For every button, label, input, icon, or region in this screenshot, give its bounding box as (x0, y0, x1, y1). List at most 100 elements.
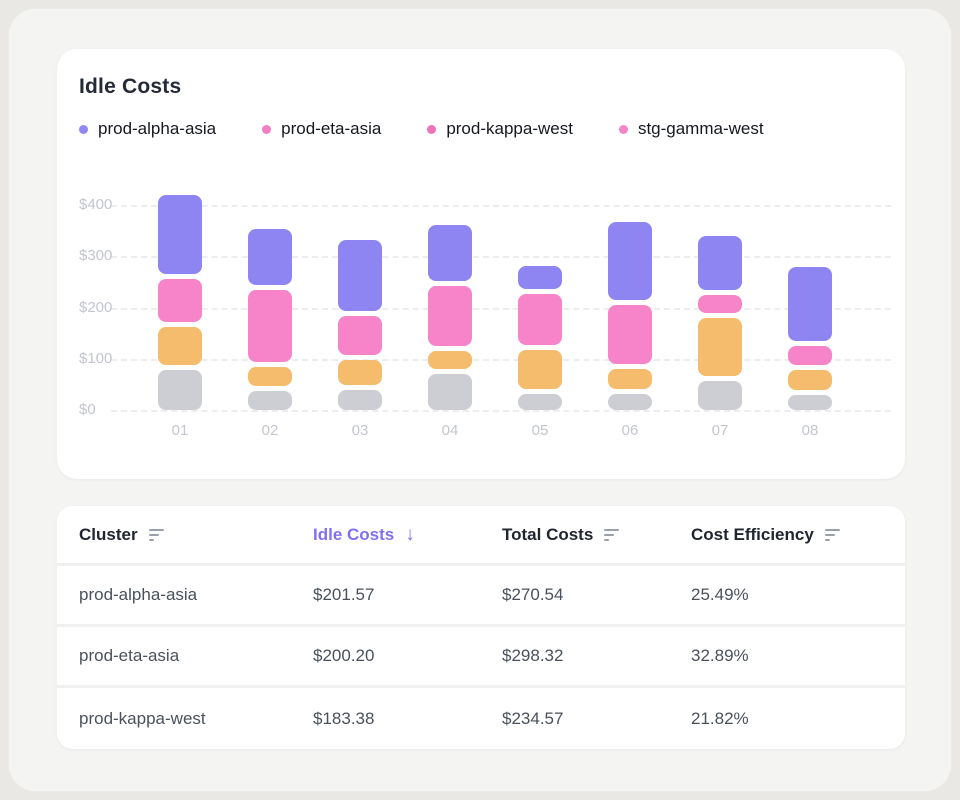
bar-segment-stg-gamma-west[interactable] (788, 395, 832, 410)
bar-segment-stg-gamma-west[interactable] (248, 391, 292, 410)
x-axis-label: 03 (330, 422, 390, 439)
column-header-cluster[interactable]: Cluster (79, 525, 313, 545)
sort-lines-icon (604, 529, 619, 541)
bar-segment-prod-alpha-asia[interactable] (608, 222, 652, 300)
column-header-label: Total Costs (502, 525, 593, 545)
legend-item-stg-gamma-west[interactable]: stg-gamma-west (619, 119, 764, 139)
bar-segment-stg-gamma-west[interactable] (518, 394, 562, 410)
bar-segment-prod-eta-asia[interactable] (698, 295, 742, 313)
x-axis-label: 07 (690, 422, 750, 439)
bar-segment-prod-alpha-asia[interactable] (518, 266, 562, 289)
x-axis-label: 02 (240, 422, 300, 439)
stacked-bar-06[interactable] (608, 222, 652, 410)
bar-segment-stg-gamma-west[interactable] (158, 370, 202, 410)
y-axis-label: $200 (79, 299, 139, 316)
sort-lines-icon (149, 529, 164, 541)
column-header-cost-efficiency[interactable]: Cost Efficiency (691, 525, 905, 545)
bar-segment-prod-kappa-west[interactable] (698, 318, 742, 375)
bar-segment-prod-alpha-asia[interactable] (698, 236, 742, 290)
stacked-bar-02[interactable] (248, 229, 292, 410)
legend-item-prod-eta-asia[interactable]: prod-eta-asia (262, 119, 381, 139)
table-body: prod-alpha-asia$201.57$270.5425.49%prod-… (57, 566, 905, 749)
bar-segment-prod-eta-asia[interactable] (518, 294, 562, 345)
y-axis-label: $300 (79, 247, 139, 264)
x-axis-label: 08 (780, 422, 840, 439)
gridline (111, 205, 891, 207)
stacked-bar-01[interactable] (158, 195, 202, 410)
bar-segment-prod-eta-asia[interactable] (248, 290, 292, 362)
stacked-bar-04[interactable] (428, 225, 472, 410)
legend-dot-icon (619, 125, 628, 134)
column-header-idle-costs[interactable]: Idle Costs ↓ (313, 525, 502, 545)
legend-dot-icon (427, 125, 436, 134)
bar-segment-prod-kappa-west[interactable] (338, 360, 382, 384)
legend-item-prod-kappa-west[interactable]: prod-kappa-west (427, 119, 573, 139)
bar-segment-prod-eta-asia[interactable] (428, 286, 472, 346)
costs-table-card: Cluster Idle Costs ↓ Total Costs Cost Effici… (57, 506, 905, 749)
bar-segment-prod-eta-asia[interactable] (158, 279, 202, 323)
table-row-prod-alpha-asia: prod-alpha-asia$201.57$270.5425.49% (57, 566, 905, 627)
cell-idle-costs: $200.20 (313, 646, 502, 666)
cell-cluster: prod-eta-asia (79, 646, 313, 666)
stacked-bar-03[interactable] (338, 240, 382, 410)
table-row-prod-kappa-west: prod-kappa-west$183.38$234.5721.82% (57, 688, 905, 749)
cell-cost-efficiency: 32.89% (691, 646, 905, 666)
stacked-bar-08[interactable] (788, 267, 832, 410)
stacked-bar-05[interactable] (518, 266, 562, 410)
stacked-bar-07[interactable] (698, 236, 742, 410)
gridline (111, 410, 891, 412)
cell-cost-efficiency: 25.49% (691, 585, 905, 605)
sort-lines-icon (825, 529, 840, 541)
chart-legend: prod-alpha-asia prod-eta-asia prod-kappa-w… (79, 119, 764, 139)
bar-segment-stg-gamma-west[interactable] (428, 374, 472, 410)
bar-segment-prod-alpha-asia[interactable] (788, 267, 832, 341)
gridline (111, 359, 891, 361)
legend-label: stg-gamma-west (638, 119, 764, 139)
chart-title: Idle Costs (79, 75, 181, 99)
legend-label: prod-alpha-asia (98, 119, 216, 139)
column-header-label: Idle Costs (313, 525, 394, 545)
x-axis-label: 05 (510, 422, 570, 439)
bar-segment-prod-alpha-asia[interactable] (248, 229, 292, 285)
bar-segment-prod-alpha-asia[interactable] (338, 240, 382, 312)
y-axis-label: $400 (79, 196, 139, 213)
bar-segment-prod-kappa-west[interactable] (608, 369, 652, 389)
bar-segment-prod-eta-asia[interactable] (608, 305, 652, 364)
cell-cost-efficiency: 21.82% (691, 709, 905, 729)
table-row-prod-eta-asia: prod-eta-asia$200.20$298.3232.89% (57, 627, 905, 688)
legend-dot-icon (79, 125, 88, 134)
bar-segment-prod-kappa-west[interactable] (248, 367, 292, 386)
legend-item-prod-alpha-asia[interactable]: prod-alpha-asia (79, 119, 216, 139)
cell-cluster: prod-alpha-asia (79, 585, 313, 605)
bar-segment-stg-gamma-west[interactable] (698, 381, 742, 410)
bar-segment-stg-gamma-west[interactable] (338, 390, 382, 411)
bar-segment-prod-eta-asia[interactable] (788, 346, 832, 365)
x-axis-label: 06 (600, 422, 660, 439)
cell-total-costs: $298.32 (502, 646, 691, 666)
gridline (111, 256, 891, 258)
x-axis-label: 04 (420, 422, 480, 439)
idle-costs-chart-card: Idle Costs prod-alpha-asiaprod-eta-asiap… (57, 49, 905, 479)
column-header-total-costs[interactable]: Total Costs (502, 525, 691, 545)
cell-total-costs: $270.54 (502, 585, 691, 605)
cell-cluster: prod-kappa-west (79, 709, 313, 729)
bar-segment-stg-gamma-west[interactable] (608, 394, 652, 410)
dashboard-panel: Idle Costs prod-alpha-asiaprod-eta-asiap… (8, 8, 952, 792)
bar-segment-prod-kappa-west[interactable] (158, 327, 202, 364)
column-header-label: Cluster (79, 525, 138, 545)
y-axis-label: $100 (79, 350, 139, 367)
column-header-label: Cost Efficiency (691, 525, 814, 545)
bar-segment-prod-alpha-asia[interactable] (158, 195, 202, 273)
bar-segment-prod-alpha-asia[interactable] (428, 225, 472, 281)
plot-area: $0$100$200$300$4000102030405060708 (111, 190, 891, 410)
cell-idle-costs: $183.38 (313, 709, 502, 729)
sort-desc-arrow-icon: ↓ (405, 525, 415, 544)
bar-segment-prod-kappa-west[interactable] (518, 350, 562, 389)
x-axis-label: 01 (150, 422, 210, 439)
bar-segment-prod-kappa-west[interactable] (428, 351, 472, 368)
bar-segment-prod-eta-asia[interactable] (338, 316, 382, 355)
table-header: Cluster Idle Costs ↓ Total Costs Cost Effici… (57, 506, 905, 566)
cell-total-costs: $234.57 (502, 709, 691, 729)
y-axis-label: $0 (79, 401, 139, 418)
bar-segment-prod-kappa-west[interactable] (788, 370, 832, 390)
